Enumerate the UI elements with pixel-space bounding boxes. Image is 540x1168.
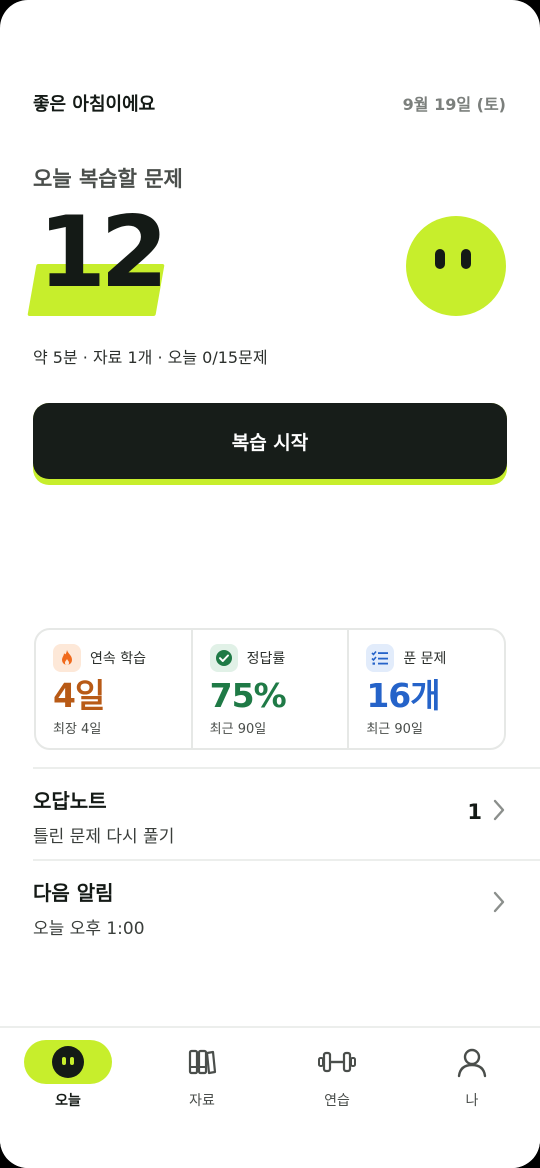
review-count: 12: [38, 196, 168, 310]
review-count-display: 12: [27, 204, 170, 322]
face-icon: [24, 1040, 112, 1084]
tab-materials[interactable]: 자료: [157, 1040, 247, 1120]
date-text: 9월 19일 (토): [402, 95, 506, 114]
stat-solved[interactable]: 푼 문제 16개 최근 90일: [347, 630, 504, 748]
mascot-face-icon: [406, 216, 506, 316]
tab-practice[interactable]: 연습: [292, 1040, 382, 1120]
review-meta: 약 5분 · 자료 1개 · 오늘 0/15문제: [33, 348, 268, 367]
wrong-note-title: 오답노트: [33, 789, 107, 813]
bottom-tab-bar: 오늘 자료 연습 나: [0, 1026, 540, 1168]
greeting-text: 좋은 아침이에요: [33, 94, 156, 115]
check-circle-icon: [209, 644, 238, 672]
tab-practice-label: 연습: [324, 1093, 350, 1109]
tab-today-label: 오늘: [55, 1093, 81, 1109]
wrong-note-count: 1: [467, 800, 482, 824]
wrong-note-row[interactable]: 오답노트 틀린 문제 다시 풀기 1: [33, 785, 506, 865]
person-icon: [428, 1040, 516, 1084]
tab-today[interactable]: 오늘: [23, 1040, 113, 1120]
books-icon: [158, 1040, 246, 1084]
stat-accuracy-value: 75%: [209, 676, 287, 715]
stat-accuracy[interactable]: 정답률 75% 최근 90일: [190, 630, 348, 748]
stat-streak[interactable]: 연속 학습 4일 최장 4일: [36, 630, 191, 748]
start-review-label: 복습 시작: [33, 403, 507, 479]
next-alarm-title: 다음 알림: [33, 881, 114, 905]
divider: [33, 767, 540, 769]
stat-streak-sub: 최장 4일: [53, 722, 102, 738]
stat-accuracy-title: 정답률: [246, 651, 286, 667]
stat-streak-title: 연속 학습: [90, 651, 146, 667]
tab-materials-label: 자료: [189, 1093, 215, 1109]
wrong-note-sub: 틀린 문제 다시 풀기: [33, 827, 175, 847]
next-alarm-sub: 오늘 오후 1:00: [33, 919, 145, 939]
checklist-icon: [366, 644, 395, 672]
review-section-label: 오늘 복습할 문제: [33, 167, 183, 191]
stat-streak-value: 4일: [53, 676, 105, 715]
tab-me-label: 나: [465, 1093, 479, 1109]
stats-card: 연속 학습 4일 최장 4일 정답률 75% 최근 90일 푼 문제 16개 최…: [34, 628, 506, 750]
stat-solved-title: 푼 문제: [403, 651, 447, 667]
flame-icon: [53, 644, 81, 672]
divider: [33, 859, 540, 861]
mascot-left-eye: [435, 249, 445, 269]
stat-solved-sub: 최근 90일: [366, 722, 423, 738]
today-screen: 좋은 아침이에요 9월 19일 (토) 오늘 복습할 문제 12 약 5분 · …: [0, 0, 540, 1168]
stat-accuracy-sub: 최근 90일: [209, 722, 267, 738]
stat-solved-value: 16개: [366, 676, 440, 715]
chevron-right-icon: [492, 799, 506, 825]
chevron-right-icon: [492, 891, 506, 917]
start-review-button[interactable]: 복습 시작: [33, 403, 507, 485]
dumbbell-icon: [293, 1040, 381, 1084]
tab-me[interactable]: 나: [427, 1040, 517, 1120]
next-alarm-row[interactable]: 다음 알림 오늘 오후 1:00: [33, 877, 506, 957]
mascot-right-eye: [461, 249, 471, 269]
